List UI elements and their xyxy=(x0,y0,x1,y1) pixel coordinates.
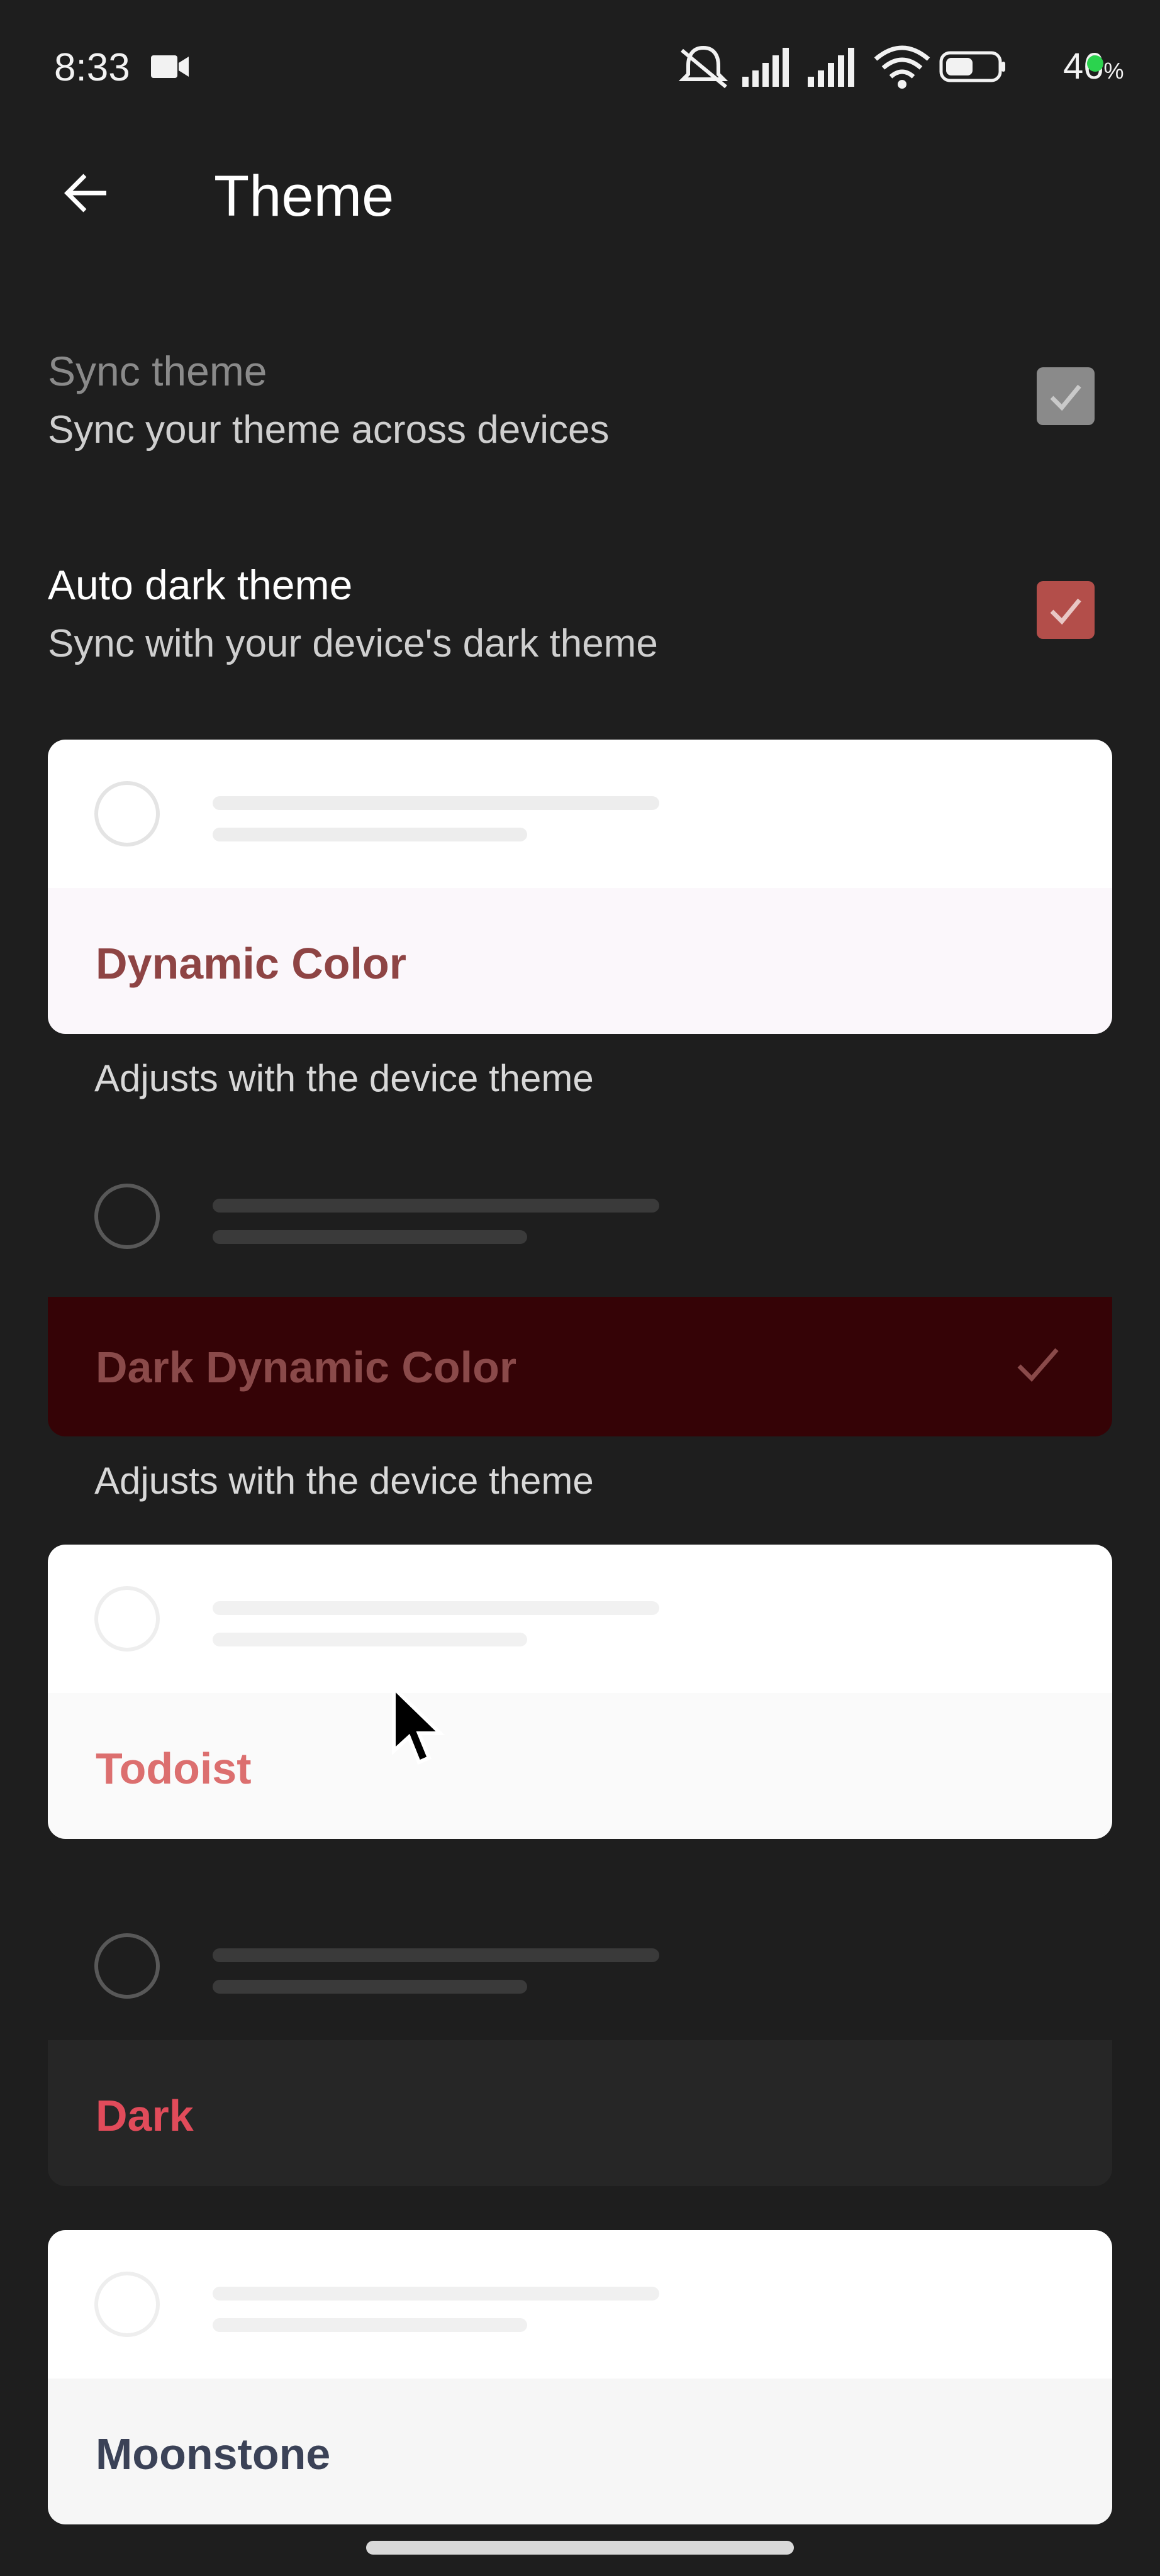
home-indicator[interactable] xyxy=(366,2541,794,2555)
arrow-left-icon xyxy=(64,174,106,213)
sync-theme-title: Sync theme xyxy=(48,348,267,394)
theme-card-moonstone[interactable]: Moonstone xyxy=(48,2230,1112,2524)
theme-card-todoist[interactable]: Todoist xyxy=(48,1545,1112,1839)
battery-icon xyxy=(939,51,1005,82)
theme-card-dark-dynamic-color[interactable]: Dark Dynamic Color xyxy=(48,1142,1112,1436)
sync-theme-row[interactable]: Sync theme Sync your theme across device… xyxy=(0,340,1160,465)
auto-dark-theme-row[interactable]: Auto dark theme Sync with your device's … xyxy=(0,553,1160,679)
status-time: 8:33 xyxy=(54,46,130,89)
auto-dark-theme-checkbox[interactable] xyxy=(1037,581,1095,639)
mouse-cursor-icon xyxy=(392,1685,445,1765)
page-title: Theme xyxy=(214,164,394,228)
status-bar: 8:33 46% xyxy=(0,0,1160,132)
placeholder-line xyxy=(213,1199,659,1213)
placeholder-line xyxy=(213,796,659,810)
theme-radio[interactable] xyxy=(94,1933,160,1999)
theme-name: Todoist xyxy=(96,1744,252,1793)
theme-description: Adjusts with the device theme xyxy=(94,1057,594,1099)
placeholder-line xyxy=(213,828,527,841)
theme-name: Moonstone xyxy=(96,2429,331,2479)
theme-card-dynamic-color[interactable]: Dynamic Color xyxy=(48,740,1112,1034)
theme-name: Dynamic Color xyxy=(96,939,406,988)
theme-radio[interactable] xyxy=(94,781,160,847)
signal-icon xyxy=(808,48,854,87)
placeholder-line xyxy=(213,1980,527,1994)
theme-radio[interactable] xyxy=(94,2272,160,2337)
video-camera-icon xyxy=(151,55,189,78)
placeholder-line xyxy=(213,2287,659,2301)
battery-dot xyxy=(1087,55,1103,72)
theme-card-dark[interactable]: Dark xyxy=(48,1892,1112,2186)
check-icon xyxy=(1050,598,1081,625)
placeholder-line xyxy=(213,1601,659,1615)
wifi-icon xyxy=(874,45,930,89)
sync-theme-subtitle: Sync your theme across devices xyxy=(48,408,610,452)
theme-name: Dark Dynamic Color xyxy=(96,1343,517,1392)
placeholder-line xyxy=(213,1633,527,1646)
mute-icon xyxy=(678,45,728,89)
check-icon xyxy=(1050,384,1081,411)
theme-description: Adjusts with the device theme xyxy=(94,1460,594,1502)
auto-dark-theme-subtitle: Sync with your device's dark theme xyxy=(48,622,658,665)
signal-icon xyxy=(742,48,789,87)
back-button[interactable] xyxy=(58,165,114,221)
theme-radio[interactable] xyxy=(94,1586,160,1652)
theme-radio[interactable] xyxy=(94,1184,160,1249)
check-icon xyxy=(1017,1348,1059,1382)
placeholder-line xyxy=(213,1948,659,1962)
theme-name: Dark xyxy=(96,2091,194,2140)
auto-dark-theme-title: Auto dark theme xyxy=(48,562,353,608)
placeholder-line xyxy=(213,2318,527,2332)
placeholder-line xyxy=(213,1230,527,1244)
sync-theme-checkbox[interactable] xyxy=(1037,367,1095,425)
